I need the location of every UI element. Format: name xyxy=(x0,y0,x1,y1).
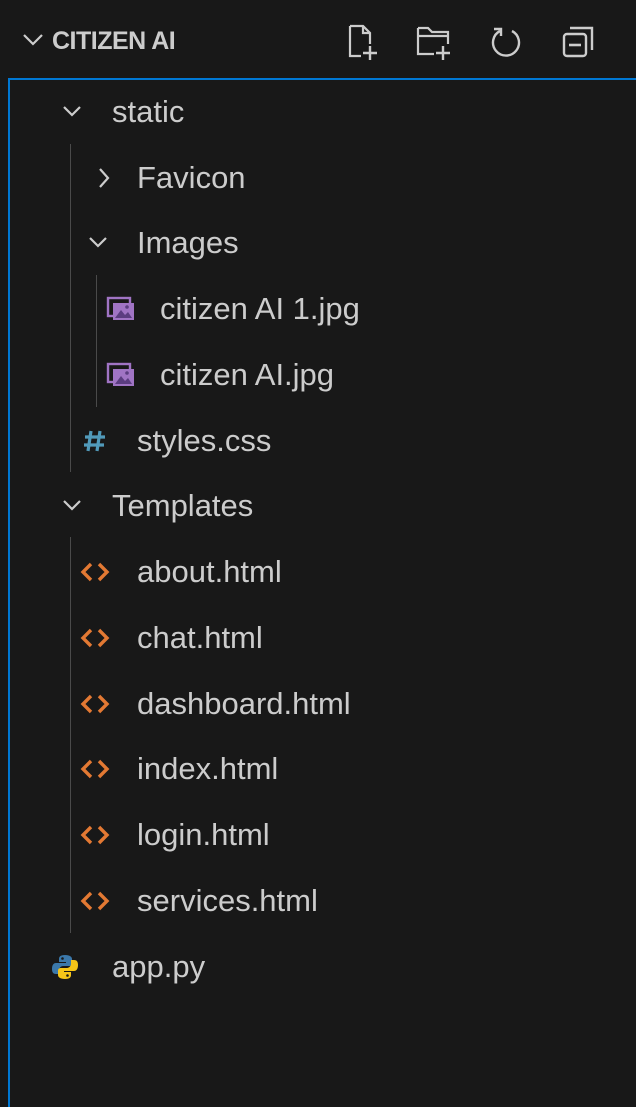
tree-file-css[interactable]: styles.css xyxy=(10,409,630,473)
tree-folder-static[interactable]: static xyxy=(10,80,630,144)
tree-label: dashboard.html xyxy=(137,686,351,721)
tree-label: citizen AI.jpg xyxy=(160,357,335,392)
tree-file-html[interactable]: dashboard.html xyxy=(10,672,630,736)
tree-file-image[interactable]: citizen AI.jpg xyxy=(10,343,630,407)
new-file-button[interactable] xyxy=(340,20,384,64)
chevron-down-icon xyxy=(63,500,81,511)
image-file-icon xyxy=(106,360,136,390)
tree-label: index.html xyxy=(137,751,279,786)
new-folder-button[interactable] xyxy=(412,20,456,64)
image-file-icon xyxy=(106,294,136,324)
new-file-icon xyxy=(348,24,377,60)
tree-label: static xyxy=(112,94,185,129)
tree-file-html[interactable]: index.html xyxy=(10,737,630,801)
chevron-down-icon[interactable] xyxy=(22,33,44,47)
explorer-title: CITIZEN AI xyxy=(52,27,176,55)
html-file-icon xyxy=(80,820,110,850)
tree-file-python[interactable]: app.py xyxy=(10,935,630,999)
chevron-right-icon xyxy=(99,168,110,188)
tree-label: app.py xyxy=(112,949,206,984)
tree-file-html[interactable]: chat.html xyxy=(10,606,630,670)
css-file-icon xyxy=(80,426,110,456)
html-file-icon xyxy=(80,689,110,719)
tree-label: Favicon xyxy=(137,160,246,195)
chevron-down-icon xyxy=(89,237,107,248)
tree-file-image[interactable]: citizen AI 1.jpg xyxy=(10,277,630,341)
html-file-icon xyxy=(80,886,110,916)
refresh-icon xyxy=(491,27,521,57)
tree-folder-images[interactable]: Images xyxy=(10,211,630,275)
tree-label: Images xyxy=(137,225,239,260)
tree-label: services.html xyxy=(137,883,318,918)
explorer-panel: CITIZEN AI static Favicon Images citizen… xyxy=(0,0,636,1107)
tree-label: about.html xyxy=(137,554,282,589)
tree-file-html[interactable]: login.html xyxy=(10,803,630,867)
collapse-all-button[interactable] xyxy=(556,20,600,64)
refresh-button[interactable] xyxy=(484,20,528,64)
html-file-icon xyxy=(80,623,110,653)
collapse-all-icon xyxy=(562,26,594,58)
tree-label: login.html xyxy=(137,817,270,852)
tree-label: styles.css xyxy=(137,423,272,458)
tree-label: chat.html xyxy=(137,620,263,655)
tree-folder-templates[interactable]: Templates xyxy=(10,474,630,538)
tree-label: citizen AI 1.jpg xyxy=(160,291,360,326)
tree-label: Templates xyxy=(112,488,254,523)
python-file-icon xyxy=(50,952,80,982)
tree-file-html[interactable]: about.html xyxy=(10,540,630,604)
explorer-header[interactable]: CITIZEN AI xyxy=(0,0,636,78)
html-file-icon xyxy=(80,754,110,784)
chevron-down-icon xyxy=(63,106,81,117)
tree-file-html[interactable]: services.html xyxy=(10,869,630,933)
html-file-icon xyxy=(80,557,110,587)
new-folder-icon xyxy=(416,26,450,60)
tree-folder-favicon[interactable]: Favicon xyxy=(10,146,630,210)
